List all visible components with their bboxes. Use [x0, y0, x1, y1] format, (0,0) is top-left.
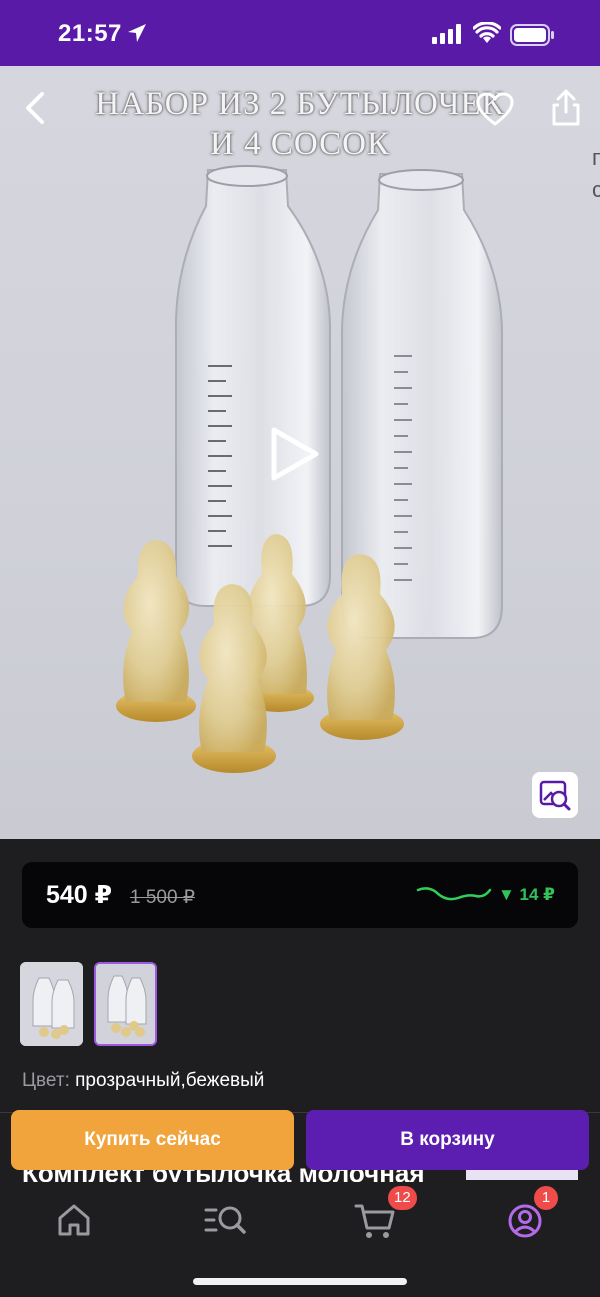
play-icon[interactable]: [264, 422, 324, 486]
color-option: Цвет: прозрачный,бежевый: [22, 1070, 264, 1092]
back-icon[interactable]: [20, 88, 50, 128]
home-indicator: [193, 1278, 407, 1285]
status-bar: 21:57: [0, 0, 600, 66]
wifi-icon: [473, 22, 501, 43]
next-slide-peek-line-2: с: [592, 177, 600, 202]
tab-catalog[interactable]: [198, 1198, 254, 1244]
cart-badge: 12: [388, 1186, 417, 1210]
add-to-cart-button[interactable]: В корзину: [306, 1110, 589, 1170]
share-icon[interactable]: [546, 88, 586, 128]
old-price: 1 500 ₽: [130, 887, 195, 908]
thumbnail-image: [96, 964, 155, 1044]
price-drop: ▼ 14 ₽: [498, 885, 556, 904]
location-arrow-icon: [128, 24, 146, 42]
gallery-thumbnail-selected[interactable]: [94, 962, 157, 1046]
price-history-sparkline: [416, 887, 492, 901]
tab-home[interactable]: [46, 1198, 102, 1244]
current-price: 540 ₽: [46, 881, 113, 909]
tab-cart[interactable]: 12: [348, 1186, 417, 1244]
hero-title-line-2: И 4 СОСОК: [210, 126, 390, 162]
battery-icon: [510, 24, 554, 46]
profile-badge: 1: [534, 1186, 558, 1210]
visual-search-button[interactable]: [532, 772, 578, 818]
catalog-search-icon: [204, 1206, 246, 1234]
home-icon: [58, 1204, 90, 1236]
product-image-gallery[interactable]: НАБОР ИЗ 2 БУТЫЛОЧЕК И 4 СОСОК п с: [0, 66, 600, 839]
buy-now-button[interactable]: Купить сейчас: [11, 1110, 294, 1170]
tab-profile[interactable]: 1: [497, 1186, 558, 1244]
price-card[interactable]: 540 ₽ 1 500 ₽ ▼ 14 ₽: [22, 862, 578, 928]
status-time: 21:57: [58, 20, 122, 47]
color-value: прозрачный,бежевый: [75, 1070, 265, 1091]
bottom-tab-bar: 12 1: [0, 1182, 600, 1297]
visual-search-icon: [539, 780, 571, 811]
color-label: Цвет:: [22, 1070, 70, 1091]
next-slide-peek: п с: [592, 142, 600, 206]
thumbnail-image: [20, 962, 83, 1046]
next-slide-peek-line-1: п: [592, 145, 600, 170]
gallery-thumbnail[interactable]: [20, 962, 83, 1046]
cellular-signal-icon: [432, 24, 461, 44]
heart-icon[interactable]: [474, 90, 516, 130]
